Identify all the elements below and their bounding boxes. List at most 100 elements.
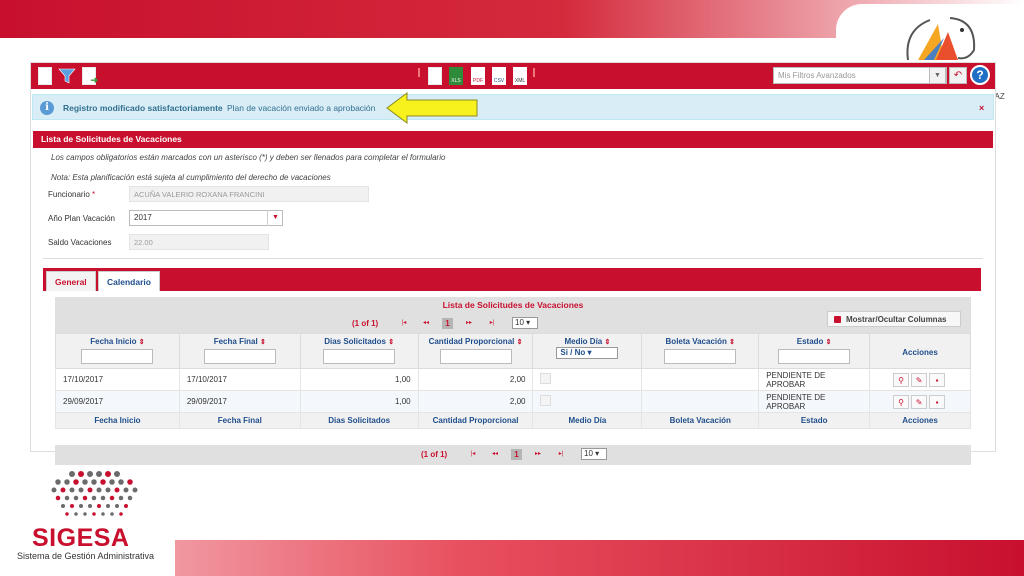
export-document-icon[interactable]: ➜ xyxy=(82,67,98,85)
brand-name: SIGESA xyxy=(32,524,130,552)
tab-calendario[interactable]: Calendario xyxy=(98,271,160,291)
filter-cantidad[interactable] xyxy=(439,349,512,364)
delete-icon[interactable]: ▪ xyxy=(929,372,946,387)
cell-dias: 1,00 xyxy=(299,390,419,413)
footer-acciones: Acciones xyxy=(869,412,971,429)
logo-dot xyxy=(105,487,111,493)
footer-boleta: Boleta Vacación xyxy=(641,412,760,429)
cell-fecha-inicio: 17/10/2017 xyxy=(55,368,180,391)
prev-page-icon[interactable]: ◂◂ xyxy=(486,449,504,460)
filter-dias[interactable] xyxy=(323,349,396,364)
footer-fecha-final: Fecha Final xyxy=(178,412,301,429)
sort-icon: ⇕ xyxy=(604,339,611,346)
col-fecha-final[interactable]: Fecha Final ⇕ xyxy=(178,333,301,369)
table-row[interactable]: 29/09/2017 29/09/2017 1,00 2,00 PENDIENT… xyxy=(55,390,971,413)
logo-dot xyxy=(70,504,74,508)
xml-icon[interactable]: XML xyxy=(513,67,527,85)
current-page[interactable]: 1 xyxy=(511,449,522,460)
form-title: Lista de Solicitudes de Vacaciones xyxy=(33,131,993,148)
rows-per-page-select[interactable]: 10 ▾ xyxy=(581,448,607,460)
col-medio-dia[interactable]: Medio Día ⇕ Si / No ▾ xyxy=(532,333,643,369)
edit-icon[interactable]: ✎ xyxy=(911,372,928,387)
next-page-icon[interactable]: ▸▸ xyxy=(529,449,547,460)
logo-dot xyxy=(55,479,61,485)
view-icon[interactable]: ⚲ xyxy=(893,394,910,409)
help-icon[interactable]: ? xyxy=(970,65,990,85)
requests-grid: Fecha Inicio ⇕ Fecha Final ⇕ Dias Solici… xyxy=(55,333,971,429)
vacation-request-window: ➜ XLS PDF CSV XML Mis Filtros Avanzados … xyxy=(30,62,996,465)
col-boleta[interactable]: Boleta Vacación ⇕ xyxy=(641,333,760,369)
logo-dot xyxy=(78,471,84,477)
logo-dot xyxy=(87,471,93,477)
csv-icon[interactable]: CSV xyxy=(492,67,506,85)
page-info: (1 of 1) xyxy=(421,450,448,459)
col-acciones: Acciones xyxy=(869,333,971,369)
logo-dot xyxy=(105,471,111,477)
footer-medio-dia: Medio Día xyxy=(532,412,643,429)
logo-dot xyxy=(79,504,83,508)
message-detail: Plan de vacación enviado a aprobación xyxy=(227,103,376,113)
table-title: Lista de Solicitudes de Vacaciones xyxy=(442,300,584,310)
delete-icon[interactable]: ▪ xyxy=(929,394,946,409)
cell-boleta xyxy=(641,368,760,391)
col-dias[interactable]: Dias Solicitados ⇕ xyxy=(299,333,419,369)
annotation-arrow-icon xyxy=(386,92,478,124)
prev-page-icon[interactable]: ◂◂ xyxy=(417,318,435,329)
filter-icon[interactable] xyxy=(58,67,76,85)
logo-dot xyxy=(119,512,123,516)
cell-fecha-final: 29/09/2017 xyxy=(178,390,301,413)
undo-icon[interactable]: ↶ xyxy=(949,67,967,84)
medio-dia-checkbox[interactable] xyxy=(540,373,552,384)
chevron-down-icon[interactable]: ▼ xyxy=(929,67,946,84)
first-page-icon[interactable]: |◂ xyxy=(395,318,413,329)
funcionario-label: Funcionario * xyxy=(48,190,96,199)
sort-icon: ⇕ xyxy=(259,339,266,346)
logo-dot xyxy=(127,495,133,501)
medio-dia-filter[interactable]: Si / No ▾ xyxy=(556,347,619,359)
plan-note: Nota: Esta planificación está sujeta al … xyxy=(51,173,331,182)
view-icon[interactable]: ⚲ xyxy=(893,372,910,387)
footer-cantidad: Cantidad Proporcional xyxy=(417,412,534,429)
logo-dot xyxy=(64,479,70,485)
footer-dias: Dias Solicitados xyxy=(299,412,419,429)
close-icon[interactable]: × xyxy=(979,103,984,113)
next-page-icon[interactable]: ▸▸ xyxy=(460,318,478,329)
logo-dot xyxy=(115,504,119,508)
logo-dot xyxy=(118,495,124,501)
document-icon[interactable] xyxy=(428,67,442,85)
filter-fecha-inicio[interactable] xyxy=(81,349,154,364)
last-page-icon[interactable]: ▸| xyxy=(483,318,501,329)
tab-general[interactable]: General xyxy=(46,271,96,291)
current-page[interactable]: 1 xyxy=(442,318,453,329)
col-cantidad[interactable]: Cantidad Proporcional ⇕ xyxy=(417,333,534,369)
cell-fecha-inicio: 29/09/2017 xyxy=(55,390,180,413)
col-fecha-inicio[interactable]: Fecha Inicio ⇕ xyxy=(55,333,180,369)
saldo-label: Saldo Vacaciones xyxy=(48,238,112,247)
message-title: Registro modificado satisfactoriamente xyxy=(63,103,223,113)
advanced-filters-select[interactable]: Mis Filtros Avanzados xyxy=(773,67,947,84)
filter-estado[interactable] xyxy=(778,349,851,364)
logo-dot xyxy=(69,471,75,477)
chevron-down-icon[interactable]: ▼ xyxy=(267,210,283,226)
cell-estado: PENDIENTE DE APROBAR xyxy=(758,368,871,391)
info-icon: i xyxy=(40,101,54,115)
xls-icon[interactable]: XLS xyxy=(449,67,463,85)
pdf-icon[interactable]: PDF xyxy=(471,67,485,85)
medio-dia-checkbox[interactable] xyxy=(540,395,552,406)
sort-icon: ⇕ xyxy=(729,339,735,346)
col-estado[interactable]: Estado ⇕ xyxy=(758,333,871,369)
filter-boleta[interactable] xyxy=(664,349,737,364)
edit-icon[interactable]: ✎ xyxy=(911,394,928,409)
sigesa-logo-dots xyxy=(51,471,138,516)
table-row[interactable]: 17/10/2017 17/10/2017 1,00 2,00 PENDIENT… xyxy=(55,368,971,391)
last-page-icon[interactable]: ▸| xyxy=(552,449,570,460)
toggle-columns-button[interactable]: Mostrar/Ocultar Columnas xyxy=(827,311,961,327)
tab-bar: General Calendario xyxy=(43,268,981,291)
logo-dot xyxy=(82,479,88,485)
first-page-icon[interactable]: |◂ xyxy=(464,449,482,460)
rows-per-page-select[interactable]: 10 ▾ xyxy=(512,317,538,329)
anio-select[interactable]: 2017 xyxy=(129,210,283,226)
filter-fecha-final[interactable] xyxy=(203,349,276,364)
logo-dot xyxy=(97,504,101,508)
new-document-icon[interactable] xyxy=(38,67,52,85)
